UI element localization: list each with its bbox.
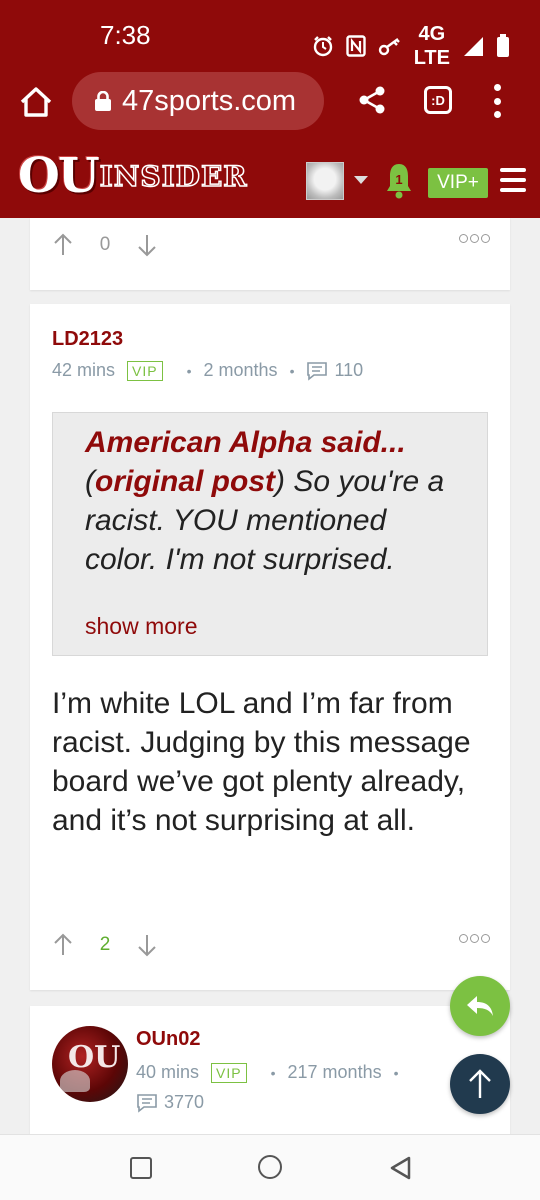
vote-count: 0 [99,234,111,255]
recents-icon[interactable] [130,1157,152,1179]
alarm-icon [313,36,332,57]
post-time: 42 mins [52,360,116,380]
battery-icon [497,34,509,57]
more-options-icon[interactable] [459,234,490,243]
reply-icon [467,996,493,1016]
user-avatar[interactable]: OU [52,1026,128,1102]
post-username[interactable]: LD2123 [52,328,123,351]
notification-count: 1 [395,172,403,187]
upvote-icon[interactable] [52,233,74,257]
status-bar: 7:38 4G LTE [0,0,540,70]
separator-dot: • [270,1064,276,1081]
message-count-icon [307,361,328,381]
status-time: 7:38 [100,20,151,50]
home-circle-icon[interactable] [258,1155,282,1179]
tab-switcher-label: :D [431,92,445,108]
nfc-icon [346,35,366,57]
chevron-down-icon[interactable] [354,176,368,184]
previous-post-card: 0 [30,218,510,290]
post-meta: 42 mins VIP • 2 months • 110 [52,360,363,381]
network-4g-label: 4G [418,23,446,45]
downvote-icon[interactable] [136,233,158,257]
separator-dot: • [393,1064,399,1081]
key-icon [378,38,400,56]
user-avatar[interactable] [306,162,344,200]
arrow-up-icon [469,1069,491,1098]
next-post-card: OU OUn02 40 mins VIP • 217 months • 3770 [30,1006,510,1134]
post-count-row: 3770 [136,1092,204,1113]
site-logo[interactable]: OU INSIDER [18,148,248,204]
url-text: 47sports.com [122,84,297,117]
quote-block: American Alpha said... (original post) So… [52,412,488,656]
vote-row: 0 [52,230,492,260]
back-icon[interactable] [388,1155,412,1181]
status-icons: 4G LTE [312,22,510,70]
more-options-icon[interactable] [459,934,490,943]
post-count: 3770 [164,1092,205,1112]
message-count-icon [137,1093,157,1113]
post-count: 110 [334,360,364,380]
quote-paren-open: ( [85,465,95,498]
reply-button[interactable] [450,976,510,1036]
tab-switcher-button[interactable]: :D [424,86,452,114]
separator-dot: • [186,362,192,379]
helmet-graphic [60,1070,90,1092]
network-type: 4G LTE [414,22,450,70]
share-icon[interactable] [356,84,388,116]
address-bar[interactable]: 47sports.com [72,72,324,130]
signal-icon [464,37,483,56]
vip-plus-badge[interactable]: VIP+ [428,168,488,198]
logo-ou: OU [18,148,100,204]
post-username[interactable]: OUn02 [136,1028,200,1051]
quote-paren-close: ) [275,465,285,498]
site-header: OU INSIDER 1 VIP+ [0,138,540,218]
original-post-link[interactable]: original post [95,465,275,498]
quote-author: American Alpha said... [85,426,406,459]
browser-toolbar: 47sports.com :D [0,70,540,138]
member-duration: 217 months [287,1062,382,1082]
scroll-to-top-button[interactable] [450,1054,510,1114]
lock-icon [95,91,111,111]
upvote-icon[interactable] [52,933,74,957]
system-nav-bar [0,1134,540,1200]
separator-dot: • [289,362,295,379]
post-card: LD2123 42 mins VIP • 2 months • 110 Amer… [30,304,510,990]
home-icon[interactable] [18,84,54,120]
member-duration: 2 months [203,360,278,380]
network-lte-label: LTE [413,47,450,69]
vip-tag: VIP [211,1062,247,1083]
logo-insider: INSIDER [99,159,248,194]
show-more-link[interactable]: show more [85,613,197,640]
browser-menu-icon[interactable] [492,84,502,118]
post-meta: 40 mins VIP • 217 months • [136,1062,410,1083]
quote-text: American Alpha said... (original post) So… [85,423,465,579]
hamburger-menu-icon[interactable] [500,168,526,192]
vip-tag: VIP [127,360,163,381]
post-time: 40 mins [136,1062,200,1082]
post-body: I’m white LOL and I’m far from racist. J… [52,687,471,837]
vote-row: 2 [52,930,492,960]
vote-count: 2 [99,934,111,955]
downvote-icon[interactable] [136,933,158,957]
